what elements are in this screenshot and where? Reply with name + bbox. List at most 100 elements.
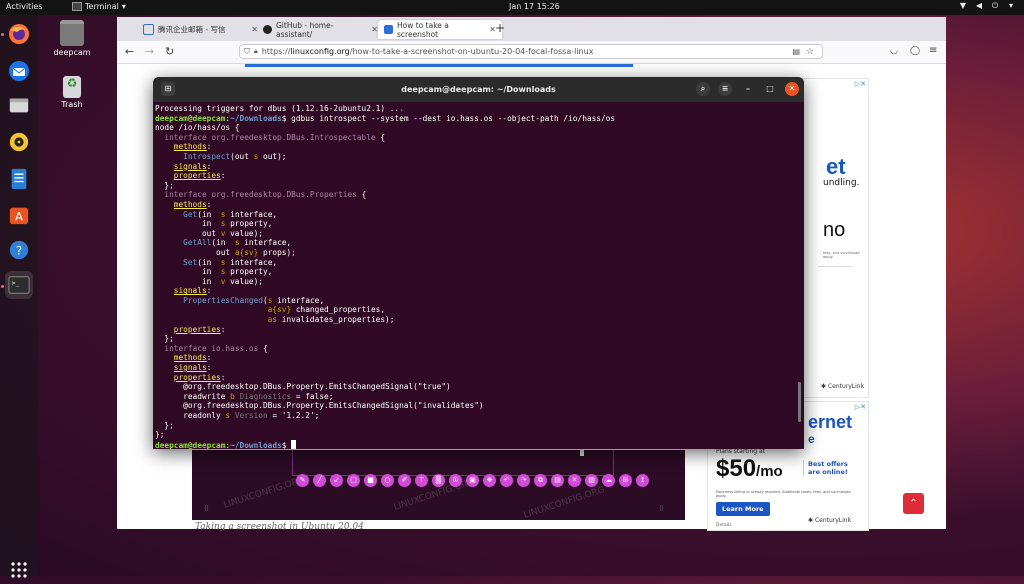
rect-outline-icon[interactable]: □ — [347, 474, 360, 487]
search-icon[interactable]: ⌕ — [696, 82, 710, 96]
folder-icon — [9, 98, 29, 113]
terminal-titlebar[interactable]: ⊞ deepcam@deepcam: ~/Downloads ⌕ ≡ – □ ✕ — [153, 77, 804, 102]
menu-icon[interactable]: ≡ — [718, 82, 732, 96]
terminal-window[interactable]: ⊞ deepcam@deepcam: ~/Downloads ⌕ ≡ – □ ✕… — [153, 77, 804, 449]
firefox-launcher[interactable] — [5, 20, 33, 48]
circle-icon[interactable]: ○ — [381, 474, 394, 487]
software-center-icon: A — [9, 207, 29, 225]
ad-headline: ernet — [808, 412, 853, 432]
grid-icon: ⠿ — [204, 505, 210, 513]
thunderbird-launcher[interactable] — [5, 57, 33, 85]
ad-top[interactable]: ▷✕ et undling. no fees, and surcharges a… — [802, 78, 869, 398]
pin-window-icon[interactable]: ↥ — [636, 474, 649, 487]
pen-icon[interactable]: ✎ — [296, 474, 309, 487]
rect-fill-icon[interactable]: ■ — [364, 474, 377, 487]
move-icon[interactable]: ✥ — [483, 474, 496, 487]
page-header-bar — [245, 64, 633, 67]
top-bar: Activities Terminal ▾ Jan 17 15:26 ▼ ◀ ⏻… — [0, 0, 1024, 15]
svg-text:A: A — [15, 210, 24, 224]
lock-icon: 🔒︎ — [254, 47, 258, 55]
tab-label: 腾讯企业邮箱 - 写信 — [158, 25, 226, 34]
tab-screenshot-article[interactable]: How to take a screenshot ✕ — [378, 20, 502, 39]
writer-launcher[interactable] — [5, 165, 33, 193]
close-icon[interactable]: ✕ — [785, 82, 799, 96]
blur-icon[interactable]: ▒ — [432, 474, 445, 487]
ad-fine-print: Paperless billing or prepay required. Ad… — [716, 490, 851, 498]
dock: A ? >_ — [0, 15, 38, 578]
ad-choices-icon[interactable]: ▷✕ — [855, 403, 866, 411]
tab-mail[interactable]: 腾讯企业邮箱 - 写信 ✕ — [137, 20, 264, 39]
activities-button[interactable]: Activities — [6, 2, 43, 11]
learn-more-button[interactable]: Learn More — [716, 502, 770, 516]
undo-icon[interactable]: ↶ — [500, 474, 513, 487]
system-tray[interactable]: ▼ ◀ ⏻ ▾ — [958, 1, 1016, 11]
copy-icon[interactable]: ⧉ — [534, 474, 547, 487]
github-icon — [263, 25, 272, 34]
app-menu-label: Terminal — [85, 2, 119, 11]
ad-plans-label: Plans starting at — [716, 448, 765, 455]
music-icon — [9, 132, 29, 152]
tab-label: GitHub - home-assistant/ — [276, 20, 334, 39]
forward-arrow-icon[interactable]: → — [145, 45, 154, 58]
line-icon[interactable]: ╱ — [313, 474, 326, 487]
new-tab-button[interactable]: + — [495, 21, 505, 35]
help-launcher[interactable]: ? — [5, 236, 33, 264]
menu-icon[interactable]: ≡ — [929, 45, 937, 56]
upload-icon[interactable]: ☁ — [602, 474, 615, 487]
app-menu[interactable]: Terminal ▾ — [72, 2, 126, 11]
text-icon[interactable]: T — [415, 474, 428, 487]
ad-price-fragment: no — [823, 219, 846, 241]
rhythmbox-launcher[interactable] — [5, 128, 33, 156]
ad-brand: ✱ CenturyLink — [808, 517, 852, 524]
url-bar[interactable]: ⛉ 🔒︎ https://linuxconfig.org/how-to-take… — [239, 44, 823, 59]
back-arrow-icon[interactable]: ← — [125, 45, 134, 58]
select-icon[interactable]: ▣ — [466, 474, 479, 487]
files-launcher[interactable] — [5, 91, 33, 119]
bookmark-star-icon[interactable]: ☆ — [806, 47, 814, 57]
image-caption: Taking a screenshot in Ubuntu 20.04 — [195, 522, 364, 532]
counter-icon[interactable]: ① — [449, 474, 462, 487]
arrow-icon[interactable]: ↙ — [330, 474, 343, 487]
power-icon: ⏻ — [991, 1, 999, 10]
firefox-icon — [9, 24, 29, 44]
close-icon[interactable]: ✕ — [371, 25, 378, 34]
marker-icon[interactable]: ✐ — [398, 474, 411, 487]
app-launch-icon[interactable]: ⊞ — [619, 474, 632, 487]
svg-text:>_: >_ — [12, 279, 20, 287]
tab-strip: 腾讯企业邮箱 - 写信 ✕ GitHub - home-assistant/ ✕… — [117, 17, 946, 41]
clock[interactable]: Jan 17 15:26 — [509, 2, 560, 11]
close-icon[interactable]: ✕ — [568, 474, 581, 487]
help-icon: ? — [9, 240, 29, 260]
linuxconfig-favicon-icon — [384, 25, 393, 34]
document-icon — [11, 168, 27, 190]
software-launcher[interactable]: A — [5, 201, 33, 229]
tab-github[interactable]: GitHub - home-assistant/ ✕ — [257, 20, 384, 39]
save-icon[interactable]: ▤ — [551, 474, 564, 487]
terminal-output[interactable]: Processing triggers for dbus (1.12.16-2u… — [155, 104, 795, 449]
desktop-icon-trash[interactable]: ♻ Trash — [47, 76, 97, 109]
running-indicator — [1, 285, 4, 288]
network-icon: ▼ — [959, 1, 967, 10]
maximize-icon[interactable]: □ — [763, 82, 777, 96]
desktop-icon-label: deepcam — [53, 48, 91, 57]
ad-text: undling. — [823, 178, 860, 188]
redo-icon[interactable]: ↷ — [517, 474, 530, 487]
desktop-icon-home[interactable]: deepcam — [47, 20, 97, 57]
ad-brand: ✱ CenturyLink — [821, 383, 865, 390]
ad-fine-print: fees, and surcharges apply. — [823, 251, 860, 259]
pin-icon[interactable]: ▥ — [585, 474, 598, 487]
account-icon[interactable]: ◯ — [910, 46, 920, 56]
reload-icon[interactable]: ↻ — [165, 45, 174, 58]
ad-details-link[interactable]: Details — [716, 523, 732, 528]
terminal-scrollbar[interactable] — [798, 382, 801, 422]
minimize-icon[interactable]: – — [741, 82, 755, 96]
ad-headline-2: e — [808, 432, 815, 446]
pocket-icon[interactable]: ◡ — [890, 46, 898, 56]
terminal-launcher[interactable]: >_ — [5, 271, 33, 299]
ad-choices-icon[interactable]: ▷✕ — [855, 80, 866, 88]
app-grid-icon — [11, 562, 27, 578]
chevron-down-icon: ▾ — [121, 2, 126, 11]
show-applications-button[interactable] — [5, 556, 33, 584]
scroll-to-top-button[interactable]: ⌃ — [903, 493, 924, 514]
reader-view-icon[interactable]: ▤ — [792, 47, 800, 56]
